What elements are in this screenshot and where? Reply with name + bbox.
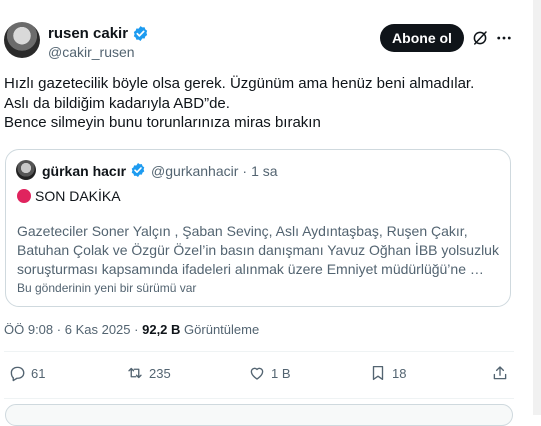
author-handle[interactable]: @cakir_rusen [48,44,135,60]
share-icon [493,366,507,380]
bookmark-count: 18 [392,365,407,381]
repost-button[interactable]: 235 [126,364,171,382]
tweet-text-line: Hızlı gazetecilik böyle olsa gerek. Üzgü… [4,75,475,92]
page-scrollbar[interactable] [533,0,541,415]
quote-flag: SON DAKİKA [17,188,121,204]
reply-count: 61 [31,365,46,381]
quote-header: gürkan hacır @gurkanhacir · 1 sa [42,162,278,179]
next-tweet-preview[interactable] [5,404,513,426]
repost-count: 235 [149,365,171,381]
quote-author-avatar [16,160,36,180]
quote-body-line: Gazeteciler Soner Yalçın , Şaban Sevinç,… [17,223,468,239]
views-label: Görüntüleme [184,322,260,337]
quote-new-version-note: Bu gönderinin yeni bir sürümü var [17,281,197,295]
verified-badge-icon [130,162,147,179]
repost-icon [128,367,142,379]
more-icon[interactable] [495,29,513,47]
stats-separator: · [56,322,62,337]
views-count: 92,2 B [142,322,181,337]
quote-time: 1 sa [251,162,278,179]
tweet-stats: ÖÖ 9:08 · 6 Kas 2025 · 92,2 B Görüntülem… [4,322,259,337]
quote-author-handle: @gurkanhacir [151,162,239,179]
stats-separator: · [134,322,139,337]
quote-author-name: gürkan hacır [42,162,127,179]
share-button[interactable] [491,364,509,382]
bookmark-icon [372,365,384,381]
divider [4,351,514,352]
action-bar: 61 235 1 B 18 [0,364,520,388]
quoted-tweet-card[interactable]: gürkan hacır @gurkanhacir · 1 sa SON DAK… [5,149,511,307]
tweet-date[interactable]: 6 Kas 2025 [65,322,131,337]
author-name-row[interactable]: rusen cakir [48,25,149,42]
quote-flag-text: SON DAKİKA [35,188,121,204]
author-name[interactable]: rusen cakir [48,25,128,42]
like-button[interactable]: 1 B [248,364,291,382]
bookmark-button[interactable]: 18 [369,364,406,382]
verified-badge-icon [132,25,149,42]
divider [4,398,514,399]
quote-body-line: soruşturması kapsamında ifadeleri alınma… [17,261,484,277]
tweet-time[interactable]: ÖÖ 9:08 [4,322,53,337]
quote-body-line: Batuhan Çolak ve Özgür Özel’in basın dan… [17,242,499,258]
quote-body: Gazeteciler Soner Yalçın , Şaban Sevinç,… [17,222,503,279]
grok-icon[interactable] [471,29,489,47]
like-icon [250,367,264,380]
reply-icon [10,366,25,382]
author-avatar[interactable] [4,22,40,58]
tweet-text-line: Bence silmeyin bunu torunlarınıza miras … [4,114,321,131]
like-count: 1 B [271,365,291,381]
follow-button[interactable]: Abone ol [380,24,464,52]
tweet-text: Hızlı gazetecilik böyle olsa gerek. Üzgü… [4,74,514,133]
tweet-text-line: Aslı da bildiğim kadarıyla ABD”de. [4,94,230,112]
quote-separator: · [242,162,248,179]
red-circle-icon [17,189,31,203]
reply-button[interactable]: 61 [8,364,45,382]
